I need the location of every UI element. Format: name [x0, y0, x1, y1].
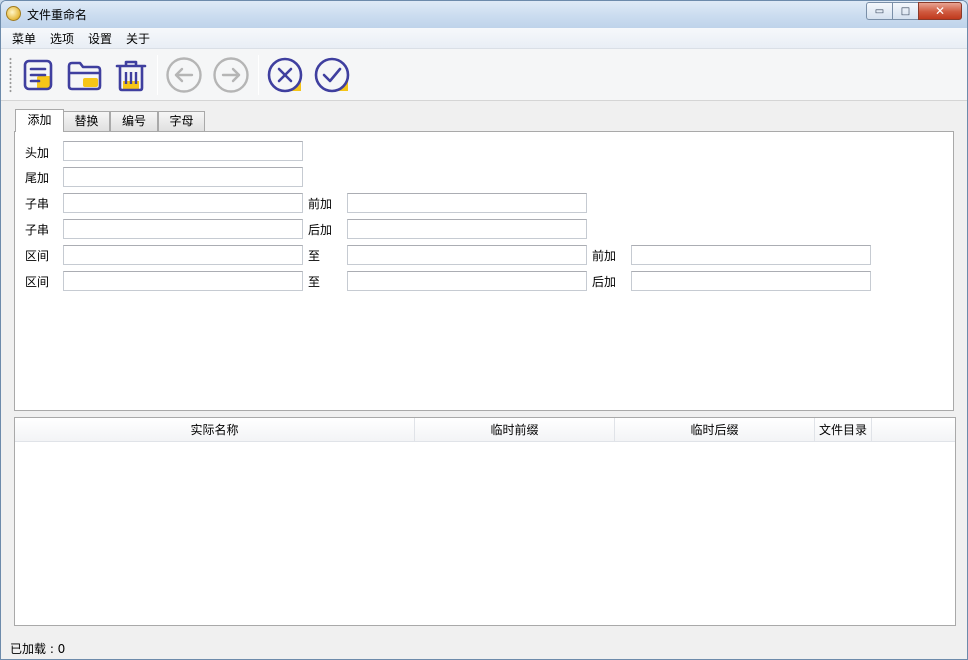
close-button[interactable]: ✕: [918, 2, 962, 20]
substring-label: 子串: [25, 223, 50, 237]
maximize-button[interactable]: □: [892, 2, 918, 20]
open-folder-icon: [67, 61, 102, 91]
file-list-header: 实际名称 临时前缀 临时后缀 文件目录: [15, 418, 955, 442]
confirm-button[interactable]: [312, 55, 352, 95]
app-icon: [6, 6, 21, 21]
substring-input-1[interactable]: [63, 193, 303, 213]
range-label: 区间: [25, 249, 50, 263]
cancel-button[interactable]: [265, 55, 305, 95]
suffix-input[interactable]: [63, 167, 303, 187]
tab-letters[interactable]: 字母: [158, 111, 205, 131]
column-temp-prefix[interactable]: 临时前缀: [415, 418, 615, 442]
toolbar-grip[interactable]: [9, 57, 12, 93]
range-before-label: 前加: [592, 249, 617, 263]
substring-input-2[interactable]: [63, 219, 303, 239]
range-to-label: 至: [308, 249, 321, 263]
forward-arrow-icon: [213, 57, 249, 93]
range-end-input-1[interactable]: [347, 245, 587, 265]
new-list-button[interactable]: [18, 55, 58, 95]
file-list[interactable]: 实际名称 临时前缀 临时后缀 文件目录: [14, 417, 956, 626]
back-button[interactable]: [164, 55, 204, 95]
substring-after-input[interactable]: [347, 219, 587, 239]
forward-button[interactable]: [211, 55, 251, 95]
range-to-label: 至: [308, 275, 321, 289]
tab-replace[interactable]: 替换: [63, 111, 110, 131]
substring-label: 子串: [25, 197, 50, 211]
loaded-count: 已加载 : 0: [10, 642, 66, 656]
menu-item-settings[interactable]: 设置: [81, 30, 119, 47]
minimize-button[interactable]: ▭: [866, 2, 892, 20]
toolbar-separator: [157, 55, 158, 95]
window-controls: ▭ □ ✕: [866, 2, 962, 20]
title-bar[interactable]: 文件重命名 ▭ □ ✕: [1, 1, 967, 28]
confirm-icon: [314, 57, 350, 93]
menu-item-options[interactable]: 选项: [43, 30, 81, 47]
range-end-input-2[interactable]: [347, 271, 587, 291]
trash-icon: [115, 60, 147, 92]
menu-bar: 菜单 选项 设置 关于: [1, 28, 967, 49]
range-start-input-1[interactable]: [63, 245, 303, 265]
column-actual-name[interactable]: 实际名称: [15, 418, 415, 442]
column-temp-suffix[interactable]: 临时后缀: [615, 418, 815, 442]
suffix-label: 尾加: [25, 171, 50, 185]
prefix-input[interactable]: [63, 141, 303, 161]
delete-button[interactable]: [111, 55, 151, 95]
status-bar: 已加载 : 0: [1, 635, 967, 659]
menu-item-about[interactable]: 关于: [119, 30, 157, 47]
new-list-icon: [23, 59, 53, 91]
open-folder-button[interactable]: [64, 55, 104, 95]
tab-panel-add: 头加 尾加 子串 前加 子串 后加 区间 至 前加 区间 至 后加: [14, 131, 954, 411]
tab-numbering[interactable]: 编号: [110, 111, 158, 131]
substring-before-input[interactable]: [347, 193, 587, 213]
main-window: 文件重命名 ▭ □ ✕ 菜单 选项 设置 关于 添加 替换 编号 字母 头加 尾…: [0, 0, 968, 660]
window-title: 文件重命名: [27, 8, 88, 22]
tab-add[interactable]: 添加: [15, 109, 64, 132]
range-before-input[interactable]: [631, 245, 871, 265]
cancel-icon: [267, 57, 303, 93]
toolbar-separator: [258, 55, 259, 95]
toolbar: [1, 49, 967, 101]
back-arrow-icon: [166, 57, 202, 93]
range-start-input-2[interactable]: [63, 271, 303, 291]
substring-before-label: 前加: [308, 197, 333, 211]
prefix-label: 头加: [25, 146, 50, 160]
range-after-input[interactable]: [631, 271, 871, 291]
range-after-label: 后加: [592, 275, 617, 289]
range-label: 区间: [25, 275, 50, 289]
column-file-directory[interactable]: 文件目录: [815, 418, 872, 442]
substring-after-label: 后加: [308, 223, 333, 237]
menu-item-menu[interactable]: 菜单: [5, 30, 43, 47]
